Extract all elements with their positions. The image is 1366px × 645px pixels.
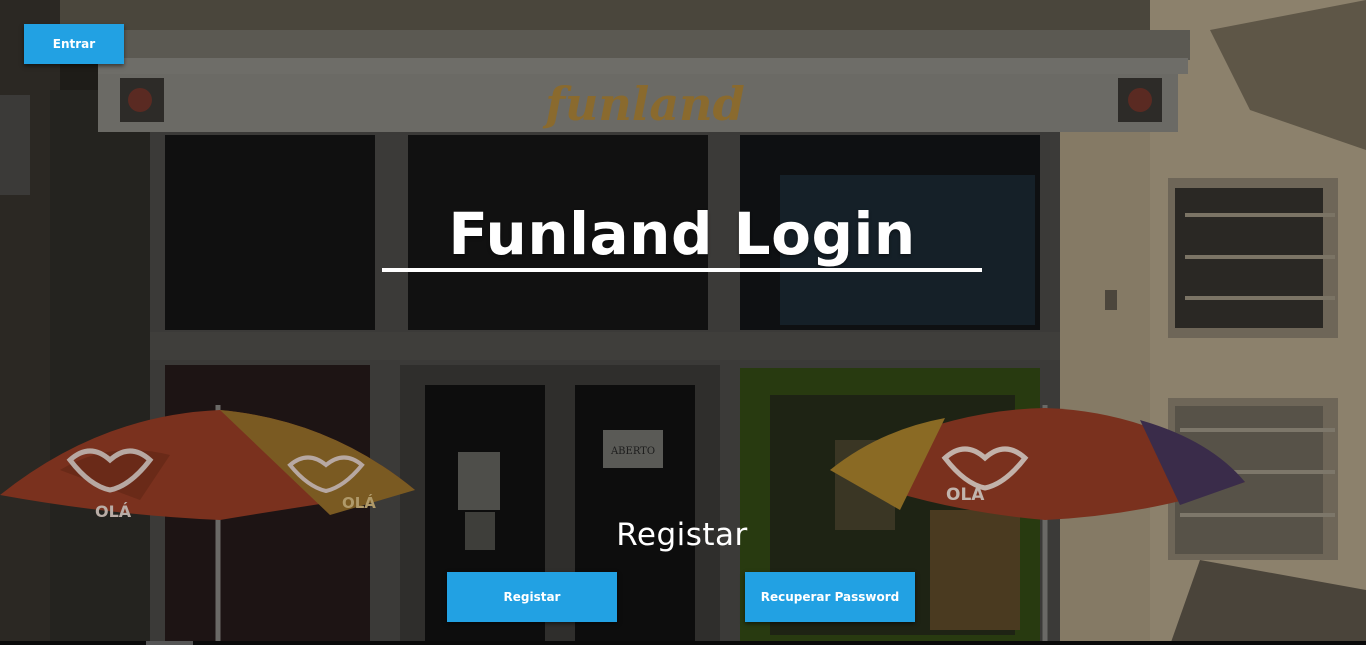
register-button[interactable]: Registar	[447, 572, 617, 622]
bottom-scrollbar-thumb[interactable]	[146, 641, 193, 645]
title-underline	[382, 268, 982, 272]
umbrella-brand-right: OLÁ	[946, 483, 985, 505]
register-section-label: Registar	[616, 517, 748, 553]
enter-button[interactable]: Entrar	[24, 24, 124, 64]
umbrella-brand-left: OLÁ	[95, 502, 132, 521]
aberto-sign: ABERTO	[610, 446, 655, 457]
umbrella-brand-left-2: OLÁ	[342, 493, 376, 512]
bottom-scrollbar-track	[0, 641, 1366, 645]
page-title: Funland Login	[448, 200, 916, 268]
funland-sign: funland	[542, 77, 745, 131]
login-page: funland ABERTO OLÁ OLÁ OLÁ Entrar Funlan…	[0, 0, 1366, 645]
recover-password-button[interactable]: Recuperar Password	[745, 572, 915, 622]
